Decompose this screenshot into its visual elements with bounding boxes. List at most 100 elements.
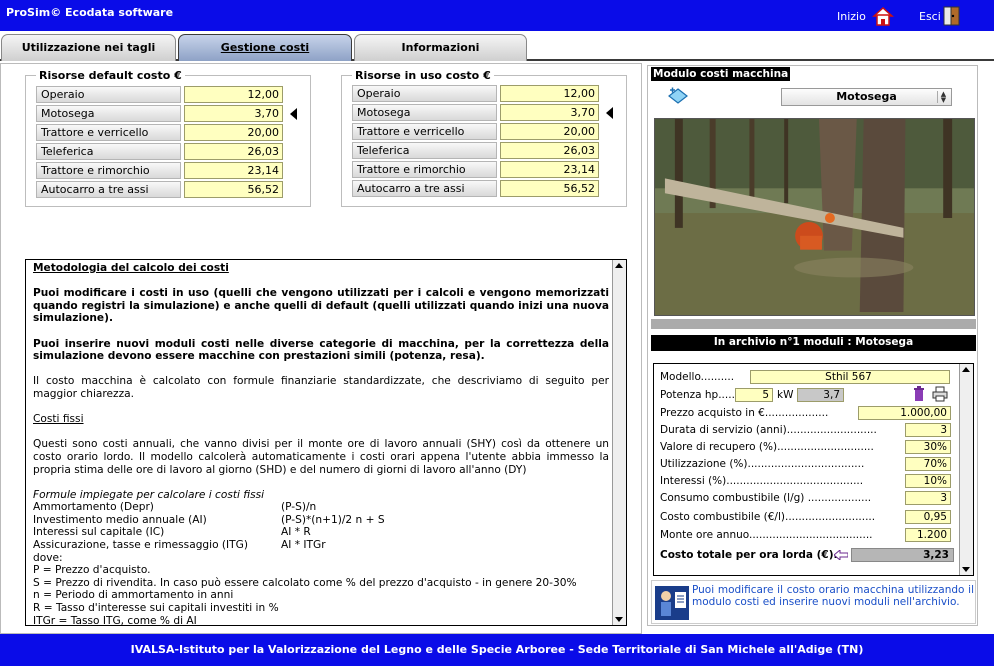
module-title: Modulo costi macchina xyxy=(651,67,791,81)
default-row-value[interactable]: 20,00 xyxy=(184,124,283,141)
consumo-field[interactable]: 3 xyxy=(905,491,951,505)
machine-cost-form: Modello.......... Sthil 567 Potenza hp..… xyxy=(653,363,974,576)
separator-bar xyxy=(651,319,976,329)
scroll-up-icon[interactable] xyxy=(615,263,623,268)
selected-row-marker-icon xyxy=(290,108,297,120)
monte-ore-label: Monte ore annuo.........................… xyxy=(660,529,873,541)
consumo-label: Consumo combustibile (l/g) .............… xyxy=(660,492,872,504)
potenza-kw-field: 3,7 xyxy=(797,388,844,402)
machine-select-value: Motosega xyxy=(836,90,897,103)
default-row-label[interactable]: Trattore e rimorchio xyxy=(36,162,181,179)
potenza-hp-field[interactable]: 5 xyxy=(735,388,773,402)
durata-field[interactable]: 3 xyxy=(905,423,951,437)
totale-label: Costo totale per ora lorda (€).. xyxy=(660,549,842,561)
default-row-label[interactable]: Autocarro a tre assi xyxy=(36,181,181,198)
used-row-label[interactable]: Motosega xyxy=(352,104,497,121)
utilizzazione-field[interactable]: 70% xyxy=(905,457,951,471)
formula-expr: AI * R xyxy=(281,526,311,539)
default-row-label[interactable]: Operaio xyxy=(36,86,181,103)
result-arrow-icon xyxy=(834,550,848,560)
default-row-value[interactable]: 3,70 xyxy=(184,105,283,122)
definition-itgr: ITGr = Tasso ITG, come % di AI xyxy=(33,614,197,626)
used-row-label[interactable]: Trattore e rimorchio xyxy=(352,161,497,178)
exit-link[interactable]: Esci xyxy=(919,10,941,23)
scroll-down-icon[interactable] xyxy=(615,617,623,622)
methodology-p3: Il costo macchina è calcolato con formul… xyxy=(33,375,609,400)
cost-settings-panel: Risorse default costo € Operaio 12,00 Mo… xyxy=(0,63,642,634)
default-row-value[interactable]: 56,52 xyxy=(184,181,283,198)
exit-door-icon[interactable] xyxy=(941,5,963,27)
machine-select[interactable]: Motosega ▲ ▼ xyxy=(781,88,952,106)
used-row-value[interactable]: 12,00 xyxy=(500,85,599,102)
used-row-value[interactable]: 23,14 xyxy=(500,161,599,178)
used-row-value[interactable]: 26,03 xyxy=(500,142,599,159)
machine-photo xyxy=(654,118,975,316)
machine-module-panel: Modulo costi macchina Motosega ▲ ▼ In arc… xyxy=(647,65,978,626)
used-row-label[interactable]: Autocarro a tre assi xyxy=(352,180,497,197)
default-row-value[interactable]: 26,03 xyxy=(184,143,283,160)
formula-name: Investimento medio annuale (AI) xyxy=(33,513,207,526)
methodology-scrollbar[interactable] xyxy=(612,260,626,625)
default-row-label[interactable]: Teleferica xyxy=(36,143,181,160)
footer-text: IVALSA-Istituto per la Valorizzazione de… xyxy=(130,643,864,656)
footer: IVALSA-Istituto per la Valorizzazione de… xyxy=(0,634,994,666)
cost-form-scrollbar[interactable] xyxy=(959,364,973,575)
top-bar: ProSim© Ecodata software Inizio Esci xyxy=(0,0,994,31)
methodology-heading: Metodologia del calcolo dei costi xyxy=(33,262,229,274)
add-module-icon[interactable] xyxy=(667,87,689,105)
potenza-label: Potenza hp..... xyxy=(660,389,735,401)
kw-label: kW xyxy=(777,389,794,401)
default-row-value[interactable]: 12,00 xyxy=(184,86,283,103)
default-row-label[interactable]: Motosega xyxy=(36,105,181,122)
methodology-p4: Questi sono costi annuali, che vanno div… xyxy=(33,438,609,476)
methodology-textbox[interactable]: Metodologia del calcolo dei costi Puoi m… xyxy=(25,259,627,626)
used-row-label[interactable]: Trattore e verricello xyxy=(352,123,497,140)
interessi-field[interactable]: 10% xyxy=(905,474,951,488)
print-icon[interactable] xyxy=(932,386,948,402)
info-box: Puoi modificare il costo orario macchina… xyxy=(651,580,976,624)
prezzo-label: Prezzo acquisto in €................... xyxy=(660,407,829,419)
tab-utilizzazione[interactable]: Utilizzazione nei tagli ordinari xyxy=(1,34,176,80)
modello-label: Modello.......... xyxy=(660,371,735,383)
used-row-label[interactable]: Operaio xyxy=(352,85,497,102)
default-costs-group: Risorse default costo € Operaio 12,00 Mo… xyxy=(25,69,311,207)
used-row-value[interactable]: 56,52 xyxy=(500,180,599,197)
interessi-label: Interessi (%)...........................… xyxy=(660,475,864,487)
app-title: ProSim© Ecodata software xyxy=(6,6,174,19)
formula-expr: (P-S)/n xyxy=(281,501,317,514)
scroll-up-icon[interactable] xyxy=(962,367,970,372)
recupero-field[interactable]: 30% xyxy=(905,440,951,454)
utilizzazione-label: Utilizzazione (%).......................… xyxy=(660,458,865,470)
modello-field[interactable]: Sthil 567 xyxy=(750,370,950,384)
default-row-label[interactable]: Trattore e verricello xyxy=(36,124,181,141)
selected-row-marker-icon xyxy=(606,107,613,119)
recupero-label: Valore di recupero (%)..................… xyxy=(660,441,874,453)
used-costs-group: Risorse in uso costo € Operaio 12,00 Mot… xyxy=(341,69,627,207)
default-costs-title: Risorse default costo € xyxy=(36,69,185,82)
used-row-label[interactable]: Teleferica xyxy=(352,142,497,159)
tab-gestione-costi[interactable]: Gestione costi xyxy=(178,34,352,61)
tab-informazioni[interactable]: Informazioni xyxy=(354,34,527,61)
formula-row: Interessi sul capitale (IC) AI * R xyxy=(33,526,609,539)
monte-ore-field[interactable]: 1.200 xyxy=(905,528,951,542)
totale-value: 3,23 xyxy=(851,548,954,562)
trash-icon[interactable] xyxy=(913,386,925,402)
definition-p: P = Prezzo d'acquisto. xyxy=(33,564,151,577)
methodology-content: Metodologia del calcolo dei costi Puoi m… xyxy=(33,262,609,626)
home-icon[interactable] xyxy=(872,5,894,27)
select-arrows-icon[interactable]: ▲ ▼ xyxy=(937,91,949,104)
used-row-value[interactable]: 3,70 xyxy=(500,104,599,121)
default-row-value[interactable]: 23,14 xyxy=(184,162,283,179)
definition-s: S = Prezzo di rivendita. In caso può ess… xyxy=(33,576,577,589)
formula-expr: AI * ITGr xyxy=(281,539,326,552)
home-link[interactable]: Inizio xyxy=(837,10,866,23)
formula-row: Assicurazione, tasse e rimessaggio (ITG)… xyxy=(33,539,609,552)
costo-combustibile-field[interactable]: 0,95 xyxy=(905,510,951,524)
prezzo-field[interactable]: 1.000,00 xyxy=(858,406,951,420)
methodology-p1: Puoi modificare i costi in uso (quelli c… xyxy=(33,287,609,325)
used-row-value[interactable]: 20,00 xyxy=(500,123,599,140)
scroll-down-icon[interactable] xyxy=(962,567,970,572)
formula-expr: (P-S)*(n+1)/2 n + S xyxy=(281,513,385,526)
definition-r: R = Tasso d'interesse sui capitali inves… xyxy=(33,602,279,615)
durata-label: Durata di servizio (anni)...............… xyxy=(660,424,877,436)
